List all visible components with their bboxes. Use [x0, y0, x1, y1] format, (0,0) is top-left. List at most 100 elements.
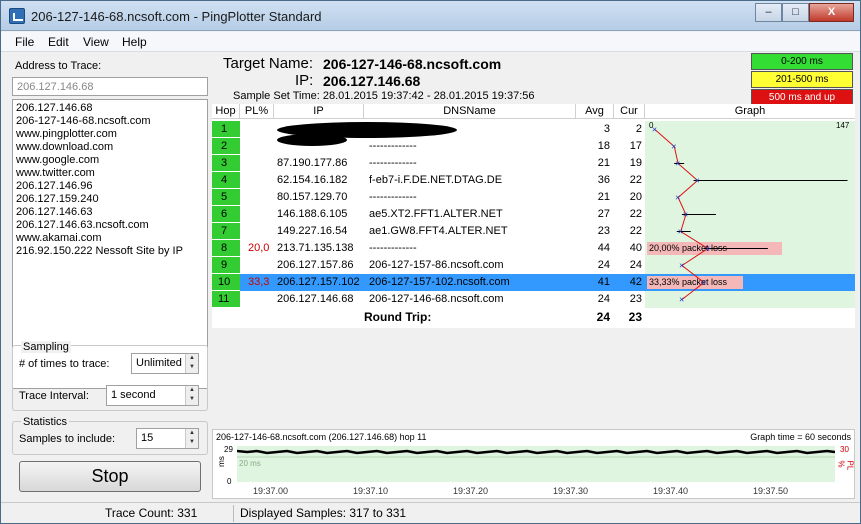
menu-edit[interactable]: Edit — [48, 35, 69, 49]
menu-bar: File Edit View Help — [1, 32, 860, 52]
hop-label: 1 — [221, 123, 228, 135]
hop-number: 4 — [212, 172, 240, 189]
graph-time-label: Graph time = 60 seconds — [750, 432, 851, 442]
list-item[interactable]: www.pingplotter.com — [16, 128, 204, 141]
hop-label: 5 — [221, 191, 228, 203]
hop-avg: 18 — [597, 140, 610, 152]
samples-value: 15 — [141, 432, 154, 444]
time-graph-y-min: 0 — [227, 477, 232, 486]
redaction-mark — [277, 134, 347, 146]
hop-number: 9 — [212, 257, 240, 274]
time-tick: 19:37.40 — [653, 486, 689, 496]
hop-label: 7 — [221, 225, 228, 237]
latency-graph-plot: ××××××××××× — [652, 125, 848, 305]
legend-yellow: 201-500 ms — [751, 71, 853, 88]
hop-dnsname: ------------- — [369, 242, 417, 254]
times-value: Unlimited — [136, 357, 182, 369]
ip-key: IP: — [295, 72, 314, 89]
col-ip[interactable]: IP — [274, 104, 364, 119]
col-cur[interactable]: Cur — [614, 104, 645, 119]
hop-dnsname: ae5.XT2.FFT1.ALTER.NET — [369, 208, 503, 220]
hop-avg: 44 — [597, 242, 610, 254]
hop-cur: 22 — [629, 208, 642, 220]
stop-button[interactable]: Stop — [19, 461, 201, 492]
list-item[interactable]: 206.127.146.63.ncsoft.com — [16, 219, 204, 232]
col-hop[interactable]: Hop — [212, 104, 240, 119]
latency-point: × — [683, 210, 688, 220]
legend-green: 0-200 ms — [751, 53, 853, 70]
time-tick: 19:37.00 — [253, 486, 289, 496]
list-item[interactable]: 206.127.146.63 — [16, 206, 204, 219]
menu-view[interactable]: View — [83, 35, 109, 49]
hop-label: 6 — [221, 208, 228, 220]
list-item[interactable]: 206.127.146.96 — [16, 180, 204, 193]
statistics-label: Statistics — [21, 416, 70, 428]
hop-label: 8 — [221, 242, 228, 254]
hop-number: 3 — [212, 155, 240, 172]
list-item[interactable]: www.google.com — [16, 154, 204, 167]
left-panel: Address to Trace: 206.127.146.68 206-127… — [7, 55, 211, 501]
latency-legend: 0-200 ms 201-500 ms 500 ms and up — [751, 53, 853, 107]
address-input[interactable] — [12, 77, 208, 96]
hop-ip: 149.227.16.54 — [277, 225, 348, 237]
col-graph[interactable]: Graph — [645, 104, 855, 119]
interval-spinner[interactable]: 1 second ▲ ▼ — [106, 385, 199, 406]
graph-scale-min: 0 — [649, 121, 654, 130]
spinner-arrows-icon[interactable]: ▲ ▼ — [185, 429, 198, 448]
col-pl[interactable]: PL% — [240, 104, 274, 119]
col-dnsname[interactable]: DNSName — [364, 104, 576, 119]
hop-avg: 3 — [603, 123, 610, 135]
hop-avg: 23 — [597, 225, 610, 237]
app-window: 206-127-146-68.ncsoft.com - PingPlotter … — [0, 0, 861, 524]
list-item[interactable]: 206.127.146.68 — [16, 102, 204, 115]
list-item[interactable]: 206-127-146-68.ncsoft.com — [16, 115, 204, 128]
target-name-value: 206-127-146-68.ncsoft.com — [323, 56, 502, 72]
spinner-arrows-icon[interactable]: ▲ ▼ — [185, 386, 198, 405]
hop-avg: 27 — [597, 208, 610, 220]
menu-help[interactable]: Help — [122, 35, 147, 49]
list-item[interactable]: 206.127.159.240 — [16, 193, 204, 206]
list-item[interactable]: 216.92.150.222 Nessoft Site by IP — [16, 245, 204, 258]
list-item[interactable]: www.download.com — [16, 141, 204, 154]
trace-table[interactable]: Hop PL% IP DNSName Avg Cur Graph 1 3 2 2 ---… — [212, 104, 855, 328]
spinner-arrows-icon[interactable]: ▲ ▼ — [185, 354, 198, 373]
list-item[interactable]: www.akamai.com — [16, 232, 204, 245]
time-graph[interactable]: 206-127-146-68.ncsoft.com (206.127.146.6… — [212, 429, 855, 499]
samples-spinner[interactable]: 15 ▲ ▼ — [136, 428, 199, 449]
col-avg[interactable]: Avg — [576, 104, 614, 119]
hop-ip: 62.154.16.182 — [277, 174, 348, 186]
trace-count: Trace Count: 331 — [105, 506, 198, 520]
hop-ip: 206.127.146.68 — [277, 293, 354, 305]
hop-cur: 2 — [635, 123, 642, 135]
hop-cur: 17 — [629, 140, 642, 152]
hop-label: 3 — [221, 157, 228, 169]
title-bar: 206-127-146-68.ncsoft.com - PingPlotter … — [1, 1, 860, 31]
close-button[interactable]: X — [809, 3, 854, 22]
list-item[interactable]: www.twitter.com — [16, 167, 204, 180]
sample-set-time: Sample Set Time: 28.01.2015 19:37:42 - 2… — [233, 90, 535, 102]
hop-dnsname: ------------- — [369, 140, 417, 152]
hop-cur: 24 — [629, 259, 642, 271]
hop-avg: 24 — [597, 259, 610, 271]
hop-cur: 42 — [629, 276, 642, 288]
hop-avg: 41 — [597, 276, 610, 288]
hop-dnsname: ------------- — [369, 191, 417, 203]
latency-point: × — [675, 159, 680, 169]
hop-number: 5 — [212, 189, 240, 206]
interval-label: Trace Interval: — [19, 390, 89, 402]
minimize-button[interactable]: – — [755, 3, 782, 22]
latency-point: × — [678, 227, 683, 237]
latency-point: × — [679, 295, 684, 305]
packet-loss: 20,0 — [248, 242, 270, 254]
times-spinner[interactable]: Unlimited ▲ ▼ — [131, 353, 199, 374]
hop-number: 11 — [212, 291, 240, 308]
hop-dnsname: 206-127-157-86.ncsoft.com — [369, 259, 504, 271]
sampling-label: Sampling — [21, 341, 71, 353]
menu-file[interactable]: File — [15, 35, 34, 49]
samples-label: Samples to include: — [19, 433, 115, 445]
hop-ip: 146.188.6.105 — [277, 208, 348, 220]
time-graph-y-mid: 20 ms — [239, 459, 261, 468]
maximize-button[interactable]: □ — [782, 3, 809, 22]
hop-number: 1 — [212, 121, 240, 138]
hop-number: 7 — [212, 223, 240, 240]
